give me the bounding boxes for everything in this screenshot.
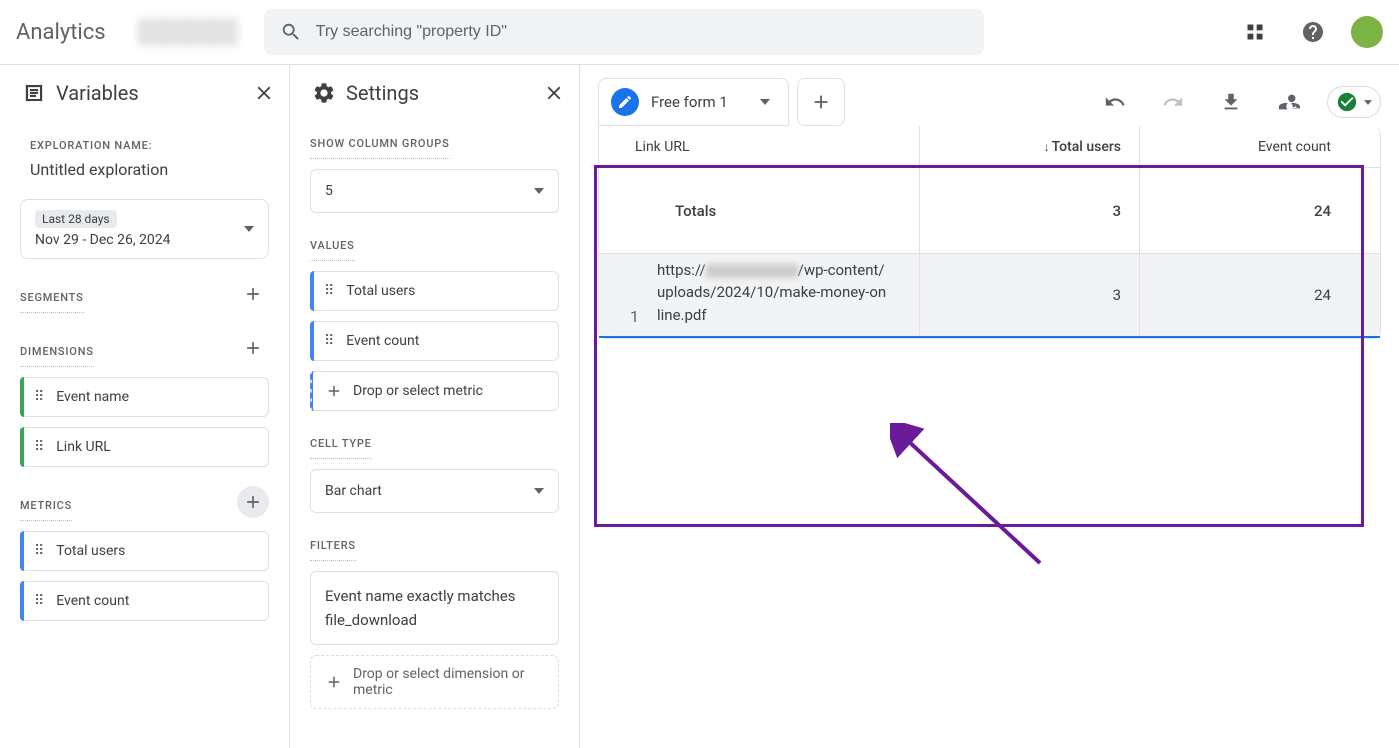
value-chip-total-users[interactable]: ⠿ Total users [310,271,559,311]
gear-icon [312,81,336,105]
table-header-row: Link URL ↓ Total users Event count [599,126,1380,168]
chip-label: Event count [346,333,419,349]
totals-row: Totals 3 24 [599,168,1380,254]
exploration-canvas: Free form 1 [580,65,1399,748]
filter-item[interactable]: Event name exactly matches file_download [310,571,559,645]
dropdown-arrow-icon [534,488,544,494]
settings-title: Settings [346,81,533,105]
drag-handle-icon: ⠿ [34,543,46,559]
metric-chip-event-count[interactable]: ⠿ Event count [20,581,269,621]
variables-panel-header: Variables [0,65,289,121]
redacted-domain [706,264,798,278]
drag-handle-icon: ⠿ [324,283,336,299]
drag-handle-icon: ⠿ [34,389,46,405]
exploration-name-value[interactable]: Untitled exploration [20,158,269,197]
pencil-icon [611,88,639,116]
values-label: VALUES [310,223,355,261]
dimensions-label: DIMENSIONS [20,329,94,367]
plus-icon [325,382,343,400]
variables-icon [22,81,46,105]
show-column-groups-label: SHOW COLUMN GROUPS [310,121,450,159]
date-range-selector[interactable]: Last 28 days Nov 29 - Dec 26, 2024 [20,199,269,259]
drag-handle-icon: ⠿ [34,593,46,609]
annotation-arrow-icon [890,423,1050,573]
metrics-label: METRICS [20,483,72,521]
segments-label: SEGMENTS [20,275,84,313]
settings-panel-header: Settings [290,65,579,121]
row-event-count: 24 [1139,254,1349,336]
canvas-toolbar: Free form 1 [598,77,1381,127]
search-input[interactable] [316,23,968,41]
tab-label: Free form 1 [651,93,728,111]
table-row[interactable]: 1 https:///wp-content/uploads/2024/10/ma… [599,254,1380,338]
metric-chip-total-users[interactable]: ⠿ Total users [20,531,269,571]
select-value: 5 [325,183,333,199]
chip-label: Event count [56,593,129,609]
show-column-groups-select[interactable]: 5 [310,169,559,213]
undo-icon[interactable] [1095,82,1135,122]
app-title: Analytics [16,20,122,45]
row-total-users: 3 [919,254,1139,336]
cell-type-select[interactable]: Bar chart [310,469,559,513]
apps-icon[interactable] [1235,12,1275,52]
dropdown-arrow-icon [534,188,544,194]
drop-dimension-metric-zone[interactable]: Drop or select dimension or metric [310,655,559,709]
app-header: Analytics [0,0,1399,64]
settings-panel: Settings SHOW COLUMN GROUPS 5 VALUES ⠿ T… [290,65,580,748]
avatar[interactable] [1351,16,1383,48]
header-actions [1235,12,1383,52]
column-header-total-users[interactable]: ↓ Total users [919,126,1139,167]
sort-arrow-icon: ↓ [1044,140,1050,154]
chip-label: Total users [346,283,415,299]
dropdown-arrow-icon [244,226,254,232]
chip-label: Event name [56,389,129,405]
date-range-text: Nov 29 - Dec 26, 2024 [35,232,171,248]
search-bar[interactable] [264,9,984,55]
value-chip-event-count[interactable]: ⠿ Event count [310,321,559,361]
link-text: https:///wp-content/uploads/2024/10/make… [657,259,887,327]
variables-title: Variables [56,81,243,105]
redo-icon[interactable] [1153,82,1193,122]
search-icon [280,21,302,43]
select-value: Bar chart [325,483,382,499]
tab-free-form[interactable]: Free form 1 [598,78,789,126]
add-dimension-button[interactable] [237,332,269,364]
close-icon[interactable] [253,82,275,104]
link-url-cell: 1 https:///wp-content/uploads/2024/10/ma… [599,254,919,336]
download-icon[interactable] [1211,82,1251,122]
date-range-chip: Last 28 days [35,210,117,228]
dimension-chip-event-name[interactable]: ⠿ Event name [20,377,269,417]
totals-event-count: 24 [1139,168,1349,253]
quality-button[interactable] [1327,86,1381,118]
totals-total-users: 3 [919,168,1139,253]
chip-label: Link URL [56,439,111,455]
main: Variables EXPLORATION NAME: Untitled exp… [0,64,1399,748]
close-icon[interactable] [543,82,565,104]
help-icon[interactable] [1293,12,1333,52]
drop-text: Drop or select metric [353,383,483,399]
add-segment-button[interactable] [237,278,269,310]
dimension-chip-link-url[interactable]: ⠿ Link URL [20,427,269,467]
dropdown-arrow-icon [760,99,770,105]
totals-label-cell: Totals [599,168,919,253]
drop-text: Drop or select dimension or metric [353,666,544,698]
row-number: 1 [617,307,657,326]
chip-label: Total users [56,543,125,559]
property-selector-redacted[interactable] [138,18,238,46]
add-metric-button[interactable] [237,486,269,518]
exploration-name-label: EXPLORATION NAME: [20,121,269,158]
cell-type-label: CELL TYPE [310,421,372,459]
column-header-link-url[interactable]: Link URL [599,126,919,167]
variables-panel: Variables EXPLORATION NAME: Untitled exp… [0,65,290,748]
add-tab-button[interactable] [797,78,845,126]
column-header-event-count[interactable]: Event count [1139,126,1349,167]
drag-handle-icon: ⠿ [34,439,46,455]
drag-handle-icon: ⠿ [324,333,336,349]
data-table: Link URL ↓ Total users Event count Total… [598,126,1381,339]
share-icon[interactable] [1269,82,1309,122]
plus-icon [325,673,343,691]
drop-metric-zone[interactable]: Drop or select metric [310,371,559,411]
filters-label: FILTERS [310,523,356,561]
